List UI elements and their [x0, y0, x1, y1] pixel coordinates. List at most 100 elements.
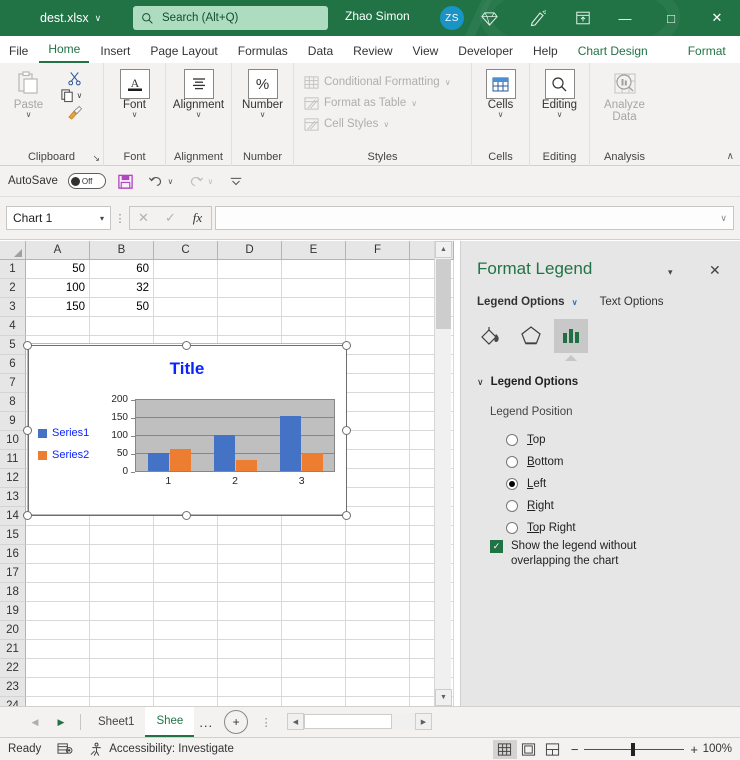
formula-input[interactable]: ∨ [215, 206, 734, 230]
cell[interactable] [26, 659, 90, 678]
cell[interactable] [218, 564, 282, 583]
page-layout-view-button[interactable] [517, 740, 541, 759]
redo-button[interactable]: ∨ [186, 171, 216, 191]
radio-option-right[interactable]: Right [506, 495, 576, 517]
alignment-button[interactable]: Alignment ∨ [169, 69, 229, 119]
chart-title[interactable]: Title [28, 359, 346, 379]
chart-plot-area[interactable] [135, 399, 335, 472]
bar-series2-cat1[interactable] [169, 449, 191, 471]
cell[interactable] [218, 640, 282, 659]
cell[interactable] [26, 640, 90, 659]
autosave-toggle[interactable]: Off [67, 173, 106, 189]
enter-formula-button[interactable]: ✓ [157, 207, 184, 229]
cell[interactable] [90, 545, 154, 564]
cell[interactable] [26, 602, 90, 621]
ribbon-tab-home[interactable]: Home [39, 39, 90, 63]
legend-item-series1[interactable]: Series1 [38, 427, 89, 439]
cell[interactable] [346, 450, 410, 469]
cell[interactable] [346, 374, 410, 393]
bar-series2-cat2[interactable] [235, 459, 257, 471]
paste-button[interactable]: Paste ∨ [2, 69, 56, 119]
cell[interactable] [90, 621, 154, 640]
resize-handle-middle-right[interactable] [342, 426, 351, 435]
cell[interactable] [90, 697, 154, 706]
cell[interactable] [282, 564, 346, 583]
row-header-21[interactable]: 21 [0, 640, 26, 659]
cell[interactable] [154, 564, 218, 583]
cell[interactable] [154, 697, 218, 706]
cell[interactable]: 60 [90, 260, 154, 279]
formula-bar-more-icon[interactable]: ⋮ [114, 212, 126, 225]
cell[interactable]: 50 [90, 298, 154, 317]
row-header-7[interactable]: 7 [0, 374, 26, 393]
cell[interactable] [154, 545, 218, 564]
cell[interactable] [154, 317, 218, 336]
row-header-1[interactable]: 1 [0, 260, 26, 279]
diamond-icon[interactable] [478, 8, 500, 28]
sheet-bar-more-icon[interactable]: ⋮ [260, 716, 272, 729]
next-sheet-button[interactable]: ▶ [48, 709, 74, 735]
resize-handle-bottom-center[interactable] [182, 511, 191, 520]
cell[interactable] [346, 564, 410, 583]
cell[interactable] [218, 678, 282, 697]
row-header-6[interactable]: 6 [0, 355, 26, 374]
zoom-slider[interactable]: − + [571, 742, 698, 757]
cell[interactable] [154, 260, 218, 279]
cell[interactable] [26, 583, 90, 602]
cell[interactable] [282, 659, 346, 678]
cell[interactable] [26, 564, 90, 583]
cell[interactable] [346, 355, 410, 374]
expand-formula-bar-icon[interactable]: ∨ [720, 213, 727, 224]
accessibility-button[interactable]: Accessibility: Investigate [81, 742, 242, 757]
column-header-a[interactable]: A [26, 241, 90, 260]
cell[interactable] [282, 279, 346, 298]
cell[interactable] [346, 678, 410, 697]
cell[interactable] [346, 298, 410, 317]
previous-sheet-button[interactable]: ◀ [22, 709, 48, 735]
maximize-button[interactable]: □ [648, 0, 694, 36]
sheet-tab-sheet1[interactable]: Sheet1 [87, 707, 145, 737]
cell[interactable] [282, 583, 346, 602]
cell[interactable] [346, 260, 410, 279]
radio-option-top-right[interactable]: Top Right [506, 517, 576, 539]
format-as-table-button[interactable]: Format as Table ∨ [304, 94, 451, 112]
ribbon-tab-review[interactable]: Review [344, 41, 401, 63]
ribbon-tab-data[interactable]: Data [299, 41, 342, 63]
cell[interactable] [346, 526, 410, 545]
row-header-16[interactable]: 16 [0, 545, 26, 564]
scroll-up-button[interactable]: ▲ [435, 241, 452, 258]
cell[interactable] [26, 545, 90, 564]
cell[interactable] [154, 678, 218, 697]
cell[interactable] [90, 526, 154, 545]
save-button[interactable] [116, 171, 136, 191]
cell[interactable] [346, 393, 410, 412]
cell[interactable] [218, 298, 282, 317]
font-button[interactable]: A Font ∨ [108, 69, 162, 119]
cell[interactable] [26, 317, 90, 336]
cell[interactable] [282, 545, 346, 564]
row-header-15[interactable]: 15 [0, 526, 26, 545]
cell[interactable] [26, 697, 90, 706]
row-header-18[interactable]: 18 [0, 583, 26, 602]
undo-button[interactable]: ∨ [146, 171, 176, 191]
cell[interactable]: 50 [26, 260, 90, 279]
page-break-preview-button[interactable] [541, 740, 565, 759]
cell[interactable] [282, 260, 346, 279]
chart-legend[interactable]: Series1 Series2 [38, 427, 89, 471]
column-header-e[interactable]: E [282, 241, 346, 260]
row-header-19[interactable]: 19 [0, 602, 26, 621]
cancel-formula-button[interactable]: ✕ [130, 207, 157, 229]
pane-close-button[interactable]: ✕ [709, 262, 721, 279]
pane-options-caret-icon[interactable]: ▾ [668, 267, 673, 278]
cell[interactable] [26, 621, 90, 640]
cell-styles-button[interactable]: Cell Styles ∨ [304, 115, 451, 133]
ribbon-display-options-icon[interactable] [572, 8, 594, 28]
legend-options-chart-icon[interactable] [554, 319, 588, 361]
cell[interactable]: 32 [90, 279, 154, 298]
zoom-out-button[interactable]: − [571, 742, 579, 757]
cell[interactable] [282, 697, 346, 706]
copy-button[interactable]: ∨ [60, 87, 102, 104]
resize-handle-bottom-right[interactable] [342, 511, 351, 520]
copilot-pen-icon[interactable] [527, 8, 549, 28]
cell[interactable] [282, 526, 346, 545]
